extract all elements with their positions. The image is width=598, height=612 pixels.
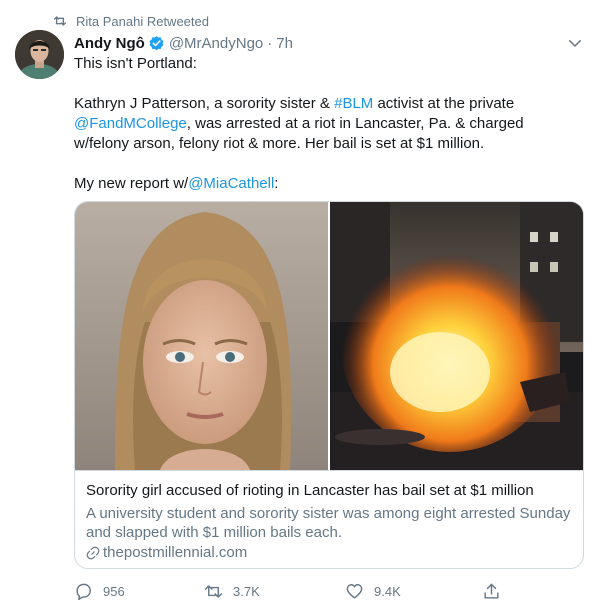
chevron-down-icon[interactable]	[566, 34, 584, 52]
separator-dot: ·	[267, 34, 273, 52]
retweeted-by-label[interactable]: Rita Panahi Retweeted	[76, 14, 209, 29]
reply-icon	[76, 583, 91, 601]
like-button[interactable]: 9.4K	[345, 582, 401, 601]
reply-button[interactable]: 956	[74, 582, 125, 601]
verified-badge-icon	[149, 35, 164, 50]
tweet-line-1: This isn't Portland:	[74, 55, 197, 72]
mention-link[interactable]: @MiaCathell	[188, 175, 274, 192]
share-button[interactable]	[482, 582, 511, 601]
hashtag-link[interactable]: #BLM	[334, 95, 373, 112]
retweet-icon	[204, 585, 223, 598]
like-count: 9.4K	[374, 584, 401, 599]
retweet-icon	[54, 16, 66, 26]
tweet-text-span: My new report w/	[74, 175, 189, 192]
card-domain-label: thepostmillennial.com	[103, 544, 248, 561]
card-description: A university student and sorority sister…	[86, 505, 571, 541]
author-handle[interactable]: @MrAndyNgo	[169, 35, 263, 52]
mugshot-image	[75, 202, 328, 470]
tweet-text: This isn't Portland: Kathryn J Patterson…	[74, 54, 574, 194]
retweet-button[interactable]: 3.7K	[204, 582, 260, 601]
card-title: Sorority girl accused of rioting in Lanc…	[86, 482, 534, 499]
tweet-header: Andy Ngô @MrAndyNgo · 7h	[74, 33, 582, 53]
tweet-paragraph-2: Kathryn J Patterson, a sorority sister &…	[74, 94, 574, 154]
link-icon	[86, 546, 100, 559]
fire-image	[330, 202, 583, 470]
avatar[interactable]	[15, 30, 64, 79]
reply-count: 956	[103, 584, 125, 599]
tweet-actions: 956 3.7K 9.4K	[74, 582, 504, 604]
tweet-text-span: Kathryn J Patterson, a sorority sister &	[74, 95, 335, 112]
share-icon	[484, 583, 499, 599]
mention-link[interactable]: @FandMCollege	[74, 115, 187, 132]
retweet-count: 3.7K	[233, 584, 260, 599]
retweet-context: Rita Panahi Retweeted	[52, 12, 209, 30]
avatar-image	[15, 30, 64, 79]
tweet-timestamp[interactable]: 7h	[276, 35, 293, 52]
tweet-text-span: :	[274, 175, 279, 192]
link-preview-card[interactable]: Sorority girl accused of rioting in Lanc…	[74, 201, 584, 569]
tweet-text-span: activist at the private	[373, 95, 515, 112]
tweet-paragraph-3: My new report w/@MiaCathell:	[74, 174, 574, 194]
card-domain: thepostmillennial.com	[86, 544, 247, 561]
card-divider	[75, 470, 583, 471]
card-images	[75, 202, 583, 470]
author-name[interactable]: Andy Ngô	[74, 35, 145, 52]
heart-icon	[346, 584, 363, 599]
